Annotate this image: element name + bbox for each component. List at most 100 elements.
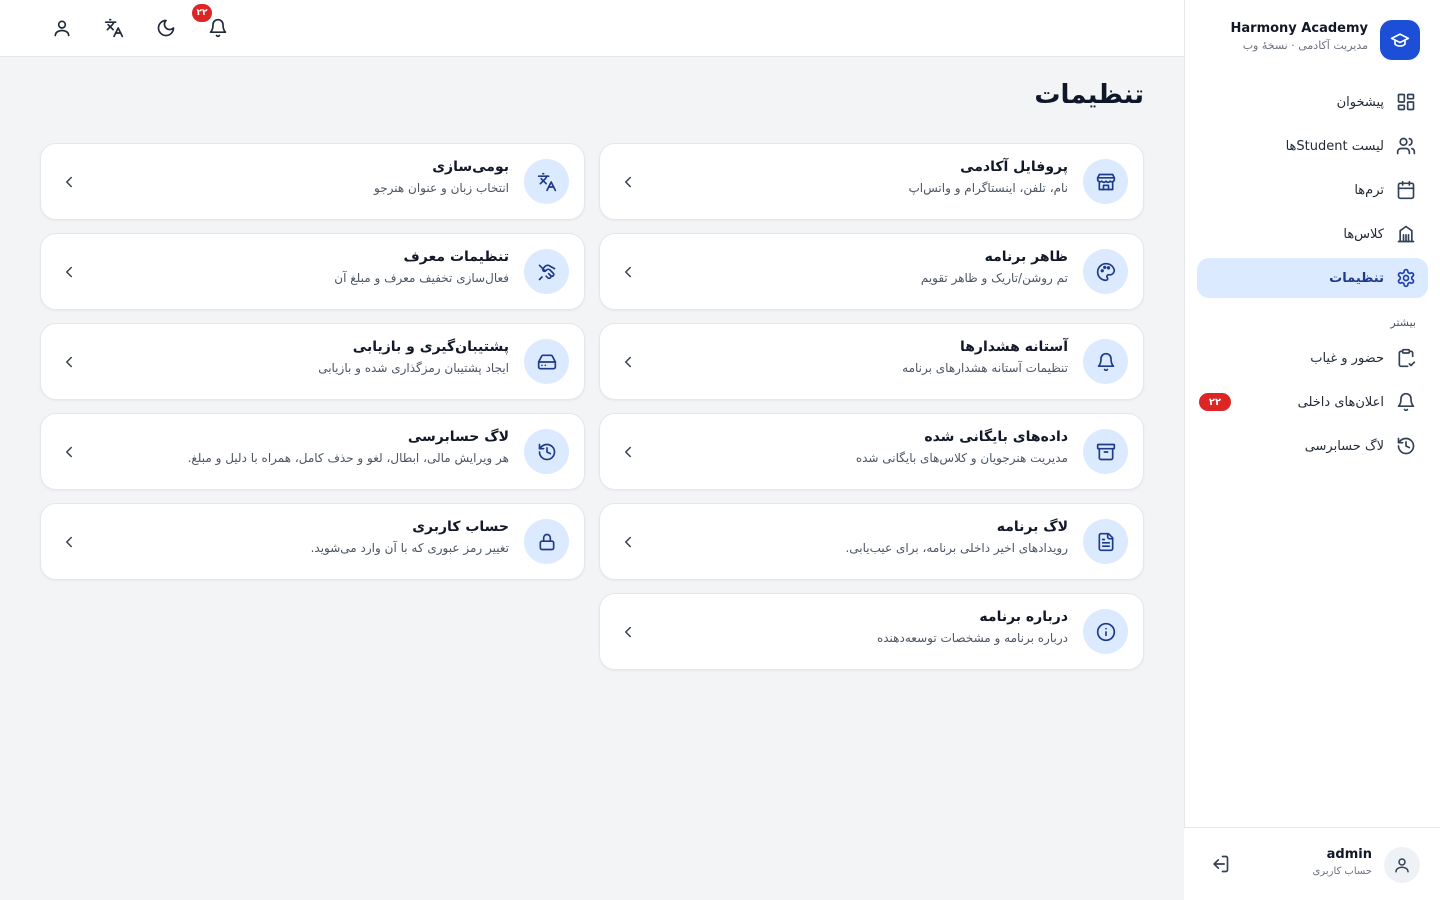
bell-icon (1083, 339, 1128, 384)
card-subtitle: انتخاب زبان و عنوان هنرجو (374, 181, 509, 195)
sidebar-item-label: حضور و غیاب (1310, 350, 1384, 366)
card-appearance[interactable]: ظاهر برنامه تم روشن/تاریک و ظاهر تقویم (599, 233, 1144, 310)
sidebar-item-label: کلاس‌ها (1343, 226, 1384, 242)
graduation-cap-icon (1380, 20, 1420, 60)
users-icon (1396, 136, 1416, 156)
sidebar-item-label: اعلان‌های داخلی (1297, 394, 1384, 410)
theme-toggle-button[interactable] (152, 14, 180, 42)
card-title: لاگ برنامه (996, 519, 1068, 535)
moon-icon (156, 18, 176, 38)
translate-icon (524, 159, 569, 204)
card-localization[interactable]: بومی‌سازی انتخاب زبان و عنوان هنرجو (40, 143, 585, 220)
bell-icon (208, 18, 228, 38)
card-subtitle: تغییر رمز عبوری که با آن وارد می‌شوید. (310, 541, 509, 555)
file-text-icon (1083, 519, 1128, 564)
sidebar-item-notifications[interactable]: اعلان‌های داخلی ۲۲ (1197, 382, 1428, 422)
card-title: حساب کاربری (412, 519, 509, 535)
card-alert-thresholds[interactable]: آستانه هشدارها تنظیمات آستانه هشدارهای ب… (599, 323, 1144, 400)
card-subtitle: تنظیمات آستانه هشدارهای برنامه (902, 361, 1068, 375)
card-subtitle: ایجاد پشتیبان رمزگذاری شده و بازیابی (318, 361, 509, 375)
sidebar: Harmony Academy مدیریت آکادمی · نسخهٔ وب… (1184, 0, 1440, 900)
chevron-left-icon (59, 172, 79, 192)
card-about-app[interactable]: درباره برنامه درباره برنامه و مشخصات توس… (599, 593, 1144, 670)
card-audit-log[interactable]: لاگ حسابرسی هر ویرایش مالی، ابطال، لغو و… (40, 413, 585, 490)
card-title: داده‌های بایگانی شده (924, 429, 1068, 445)
info-icon (1083, 609, 1128, 654)
clipboard-icon (1396, 348, 1416, 368)
chevron-left-icon (618, 172, 638, 192)
card-subtitle: تم روشن/تاریک و ظاهر تقویم (920, 271, 1068, 285)
card-title: لاگ حسابرسی (407, 429, 509, 445)
sidebar-item-label: پیشخوان (1336, 94, 1384, 110)
sidebar-item-label: تنظیمات (1329, 270, 1384, 286)
translate-icon (104, 18, 124, 38)
card-subtitle: هر ویرایش مالی، ابطال، لغو و حذف کامل، ه… (187, 451, 509, 465)
sidebar-item-terms[interactable]: ترم‌ها (1197, 170, 1428, 210)
card-subtitle: رویدادهای اخیر داخلی برنامه، برای عیب‌یا… (845, 541, 1068, 555)
card-subtitle: درباره برنامه و مشخصات توسعه‌دهنده (876, 631, 1068, 645)
card-title: آستانه هشدارها (959, 339, 1068, 355)
chevron-left-icon (59, 352, 79, 372)
brand: Harmony Academy مدیریت آکادمی · نسخهٔ وب (1201, 20, 1420, 60)
sidebar-item-dashboard[interactable]: پیشخوان (1197, 82, 1428, 122)
user-role: حساب کاربری (1312, 866, 1372, 877)
notifications-button[interactable]: ۲۲ (192, 4, 232, 42)
brand-name: Harmony Academy (1230, 21, 1368, 36)
card-title: ظاهر برنامه (984, 249, 1068, 265)
language-button[interactable] (100, 14, 128, 42)
chevron-left-icon (59, 442, 79, 462)
user-icon (1393, 856, 1411, 874)
sidebar-nav: پیشخوان لیست Studentها ترم‌ها کلاس‌ها تن… (1197, 82, 1428, 470)
sidebar-item-label: لیست Studentها (1285, 138, 1384, 154)
user-name: admin (1326, 847, 1372, 862)
card-subtitle: فعال‌سازی تخفیف معرف و مبلغ آن (334, 271, 509, 285)
sidebar-item-settings[interactable]: تنظیمات (1197, 258, 1428, 298)
avatar[interactable] (1384, 847, 1420, 883)
card-backup-restore[interactable]: پشتیبان‌گیری و بازیابی ایجاد پشتیبان رمز… (40, 323, 585, 400)
store-icon (1083, 159, 1128, 204)
sidebar-item-students[interactable]: لیست Studentها (1197, 126, 1428, 166)
settings-grid: پروفایل آکادمی نام، تلفن، اینستاگرام و و… (40, 143, 1144, 673)
history-icon (524, 429, 569, 474)
card-title: بومی‌سازی (432, 159, 509, 175)
card-title: درباره برنامه (979, 609, 1068, 625)
sidebar-item-label: لاگ حسابرسی (1304, 438, 1384, 454)
palette-icon (1083, 249, 1128, 294)
profile-button[interactable] (48, 14, 76, 42)
handshake-icon (524, 249, 569, 294)
nav-section-more: بیشتر (1390, 316, 1416, 329)
card-archived-data[interactable]: داده‌های بایگانی شده مدیریت هنرجویان و ک… (599, 413, 1144, 490)
user-panel: admin حساب کاربری (1184, 827, 1440, 900)
archive-icon (1083, 429, 1128, 474)
chevron-left-icon (618, 532, 638, 552)
user-icon (52, 18, 72, 38)
card-academy-profile[interactable]: پروفایل آکادمی نام، تلفن، اینستاگرام و و… (599, 143, 1144, 220)
card-title: پروفایل آکادمی (960, 159, 1068, 175)
building-icon (1396, 224, 1416, 244)
notification-count-badge: ۲۲ (1199, 393, 1231, 411)
sidebar-item-classes[interactable]: کلاس‌ها (1197, 214, 1428, 254)
hard-drive-icon (524, 339, 569, 384)
card-title: تنظیمات معرف (403, 249, 509, 265)
bell-icon (1396, 392, 1416, 412)
logout-button[interactable] (1210, 854, 1230, 874)
chevron-left-icon (618, 352, 638, 372)
chevron-left-icon (59, 532, 79, 552)
sidebar-item-label: ترم‌ها (1354, 182, 1384, 198)
chevron-left-icon (59, 262, 79, 282)
sidebar-item-audit-log[interactable]: لاگ حسابرسی (1197, 426, 1428, 466)
chevron-left-icon (618, 442, 638, 462)
card-subtitle: مدیریت هنرجویان و کلاس‌های بایگانی شده (855, 451, 1068, 465)
card-title: پشتیبان‌گیری و بازیابی (352, 339, 509, 355)
brand-subtitle: مدیریت آکادمی · نسخهٔ وب (1242, 39, 1368, 52)
card-referral-settings[interactable]: تنظیمات معرف فعال‌سازی تخفیف معرف و مبلغ… (40, 233, 585, 310)
top-bar: ۲۲ (0, 0, 1184, 57)
card-user-account[interactable]: حساب کاربری تغییر رمز عبوری که با آن وار… (40, 503, 585, 580)
notification-badge: ۲۲ (192, 4, 212, 22)
sidebar-item-attendance[interactable]: حضور و غیاب (1197, 338, 1428, 378)
card-app-log[interactable]: لاگ برنامه رویدادهای اخیر داخلی برنامه، … (599, 503, 1144, 580)
card-subtitle: نام، تلفن، اینستاگرام و واتس‌اپ (908, 181, 1068, 195)
dashboard-icon (1396, 92, 1416, 112)
lock-icon (524, 519, 569, 564)
calendar-icon (1396, 180, 1416, 200)
